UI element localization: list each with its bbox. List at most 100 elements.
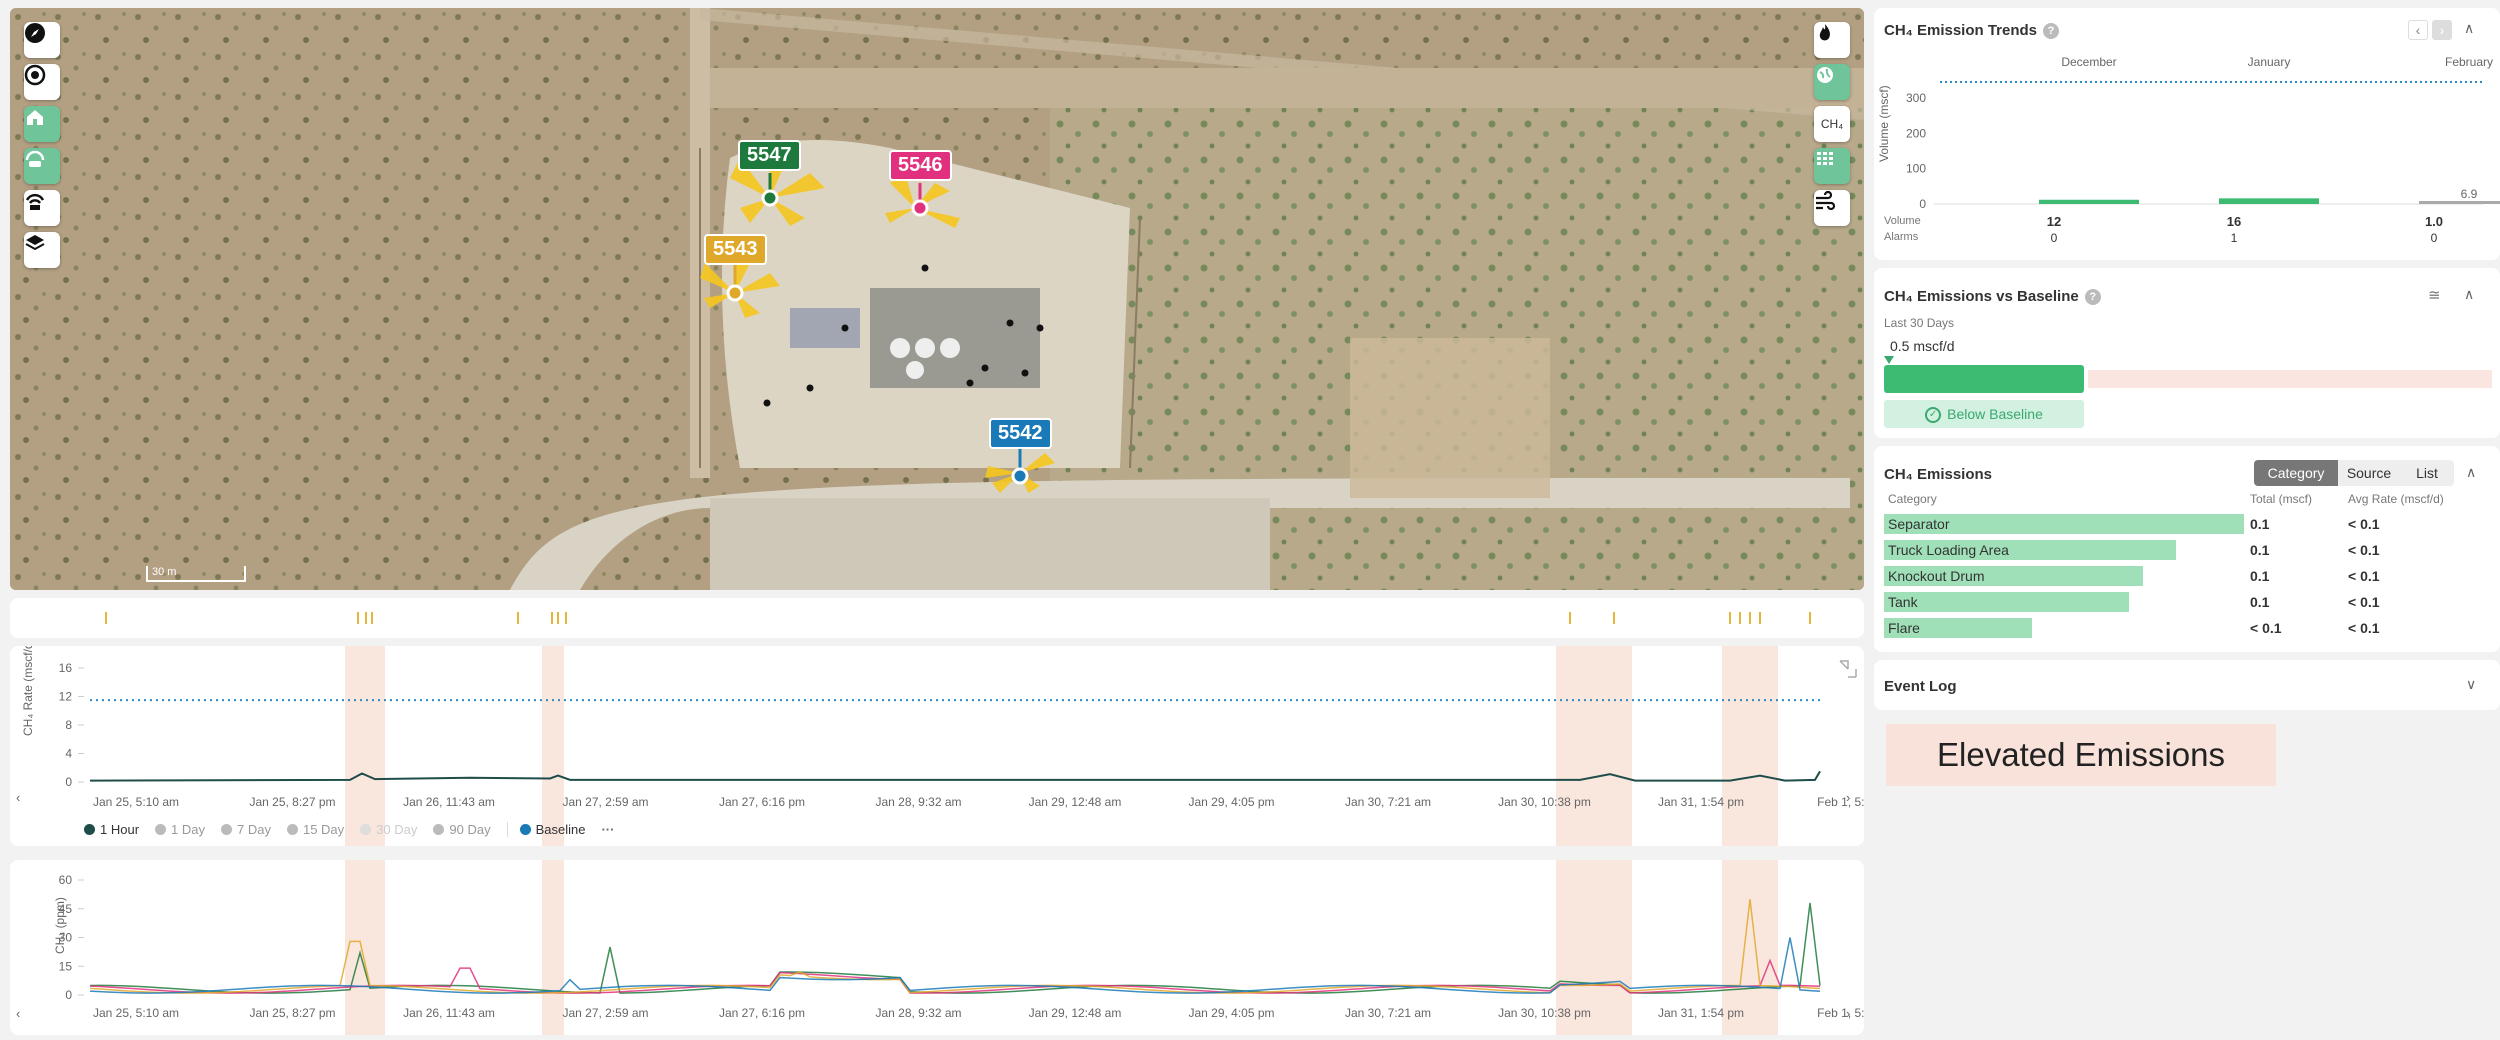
value-marker bbox=[1884, 356, 1894, 364]
y-tick-label: 0 bbox=[65, 988, 72, 1002]
wind-button[interactable] bbox=[1814, 190, 1850, 226]
chevron-left-icon[interactable]: ‹ bbox=[16, 790, 20, 805]
y-tick-label: 0 bbox=[1919, 197, 1926, 211]
trends-y-label: Volume (mscf) bbox=[1877, 85, 1891, 162]
category-total: 0.1 bbox=[2250, 542, 2270, 558]
alarm-band bbox=[345, 860, 385, 1035]
category-avg: < 0.1 bbox=[2348, 568, 2380, 584]
sensor-pin-5547[interactable]: 5547 bbox=[738, 140, 801, 171]
chevron-left-icon[interactable]: ‹ bbox=[16, 1006, 20, 1021]
legend-30-day[interactable]: 30 Day bbox=[360, 822, 417, 837]
x-tick-label: Jan 25, 8:27 pm bbox=[249, 1006, 335, 1020]
category-name[interactable]: Separator bbox=[1884, 514, 1949, 534]
y-tick-label: 300 bbox=[1906, 91, 1926, 105]
rate-chart-card: CH₄ Rate (mscf/d) ‹ › 16 12 8 4 0 Jan 25, 5:1… bbox=[10, 638, 1898, 846]
alarms-row-label: Alarms bbox=[1884, 231, 1919, 243]
map-scale: 30 m bbox=[146, 566, 246, 582]
signal-button[interactable] bbox=[24, 190, 60, 226]
legend-90-day[interactable]: 90 Day bbox=[433, 822, 491, 837]
collapse-icon[interactable]: ∧ bbox=[2466, 464, 2476, 481]
y-tick-label: 60 bbox=[59, 873, 73, 887]
alarms-january: 1 bbox=[2230, 231, 2238, 245]
y-tick-label: 45 bbox=[59, 902, 73, 916]
alarm-band bbox=[345, 646, 385, 846]
help-icon[interactable]: ? bbox=[2084, 289, 2101, 306]
timeline-ticks bbox=[105, 612, 1811, 624]
baseline-period: Last 30 Days bbox=[1884, 316, 1955, 330]
legend-15-day[interactable]: 15 Day bbox=[286, 822, 344, 837]
tab-source[interactable]: Source bbox=[2338, 460, 2400, 486]
target-button[interactable] bbox=[24, 64, 60, 100]
legend-label: 90 Day bbox=[449, 822, 491, 837]
category-bar bbox=[1884, 592, 2129, 612]
rate-chart[interactable]: CH₄ Rate (mscf/d) ‹ › 1612840Jan 25, 5:1… bbox=[10, 638, 1898, 846]
event-log-title: Event Log bbox=[1884, 678, 1957, 695]
category-avg: < 0.1 bbox=[2348, 516, 2380, 532]
collapse-icon[interactable]: ∧ bbox=[2464, 286, 2474, 303]
baseline-title: CH₄ Emissions vs Baseline? bbox=[1884, 288, 2101, 306]
compare-icon[interactable]: ≅ bbox=[2428, 286, 2441, 304]
col-avg: Avg Rate (mscf/d) bbox=[2348, 492, 2444, 506]
expand-icon[interactable] bbox=[1839, 660, 1857, 678]
col-total: Total (mscf) bbox=[2250, 492, 2313, 506]
layers-icon bbox=[25, 235, 45, 251]
category-avg: < 0.1 bbox=[2348, 594, 2380, 610]
grid-button[interactable] bbox=[1814, 148, 1850, 184]
sensor-button[interactable] bbox=[24, 148, 60, 184]
event-log-panel[interactable]: Event Log ∨ bbox=[1874, 660, 2500, 710]
legend-label: Baseline bbox=[535, 822, 586, 837]
flame-button[interactable] bbox=[1814, 22, 1850, 58]
site-map[interactable]: 5547 5546 5543 5542 CH₄ 30 m bbox=[10, 8, 1864, 590]
x-tick-label: Jan 31, 1:54 pm bbox=[1658, 1006, 1744, 1020]
y-tick-label: 4 bbox=[65, 747, 72, 761]
volume-january: 16 bbox=[2226, 214, 2242, 229]
legend-label: 7 Day bbox=[237, 822, 271, 837]
emissions-title: CH₄ Emissions bbox=[1884, 466, 1993, 483]
y-tick-label: 30 bbox=[59, 931, 73, 945]
sensor-pin-5546[interactable]: 5546 bbox=[889, 150, 952, 181]
wind-icon bbox=[1816, 190, 1836, 211]
category-name[interactable]: Tank bbox=[1884, 592, 1918, 612]
volume-row-label: Volume bbox=[1884, 215, 1921, 227]
home-icon bbox=[27, 110, 43, 125]
home-button[interactable] bbox=[24, 106, 60, 142]
legend-1-day[interactable]: 1 Day bbox=[155, 822, 205, 837]
category-name[interactable]: Truck Loading Area bbox=[1884, 540, 2009, 560]
y-tick-label: 16 bbox=[59, 661, 73, 675]
flame-icon bbox=[1819, 24, 1830, 41]
tab-list[interactable]: List bbox=[2400, 460, 2454, 486]
more-options-button[interactable]: ··· bbox=[601, 822, 614, 837]
trend-bar bbox=[2219, 198, 2319, 204]
x-tick-label: Jan 27, 2:59 am bbox=[562, 1006, 648, 1020]
sensor-pin-5543[interactable]: 5543 bbox=[704, 234, 767, 265]
alarm-band bbox=[542, 860, 564, 1035]
x-tick-label: Jan 28, 9:32 am bbox=[875, 795, 961, 809]
globe-button[interactable] bbox=[1814, 64, 1850, 100]
ch4-toggle[interactable]: CH₄ bbox=[1814, 106, 1850, 142]
legend-1-hour[interactable]: 1 Hour bbox=[84, 822, 139, 837]
y-tick-label: 15 bbox=[59, 959, 73, 973]
x-tick-label: Jan 27, 6:16 pm bbox=[719, 795, 805, 809]
category-total: 0.1 bbox=[2250, 516, 2270, 532]
layers-button[interactable] bbox=[24, 232, 60, 268]
category-name[interactable]: Knockout Drum bbox=[1884, 566, 1984, 586]
col-category: Category bbox=[1888, 492, 1937, 506]
compass-button[interactable] bbox=[24, 22, 60, 58]
y-tick-label: 8 bbox=[65, 718, 72, 732]
volume-february: 1.0 bbox=[2424, 214, 2444, 229]
ppm-chart[interactable]: CH₄ (ppm) ‹ › 604530150Jan 25, 5:10 am Ja… bbox=[10, 860, 1898, 1035]
tab-category[interactable]: Category bbox=[2254, 460, 2338, 486]
expand-chevron-icon[interactable]: ∨ bbox=[2466, 676, 2476, 693]
compass-icon bbox=[25, 23, 45, 43]
event-timeline[interactable] bbox=[10, 598, 1864, 638]
category-name[interactable]: Flare bbox=[1884, 618, 1920, 638]
legend-7-day[interactable]: 7 Day bbox=[221, 822, 271, 837]
x-tick-label: Jan 30, 10:38 pm bbox=[1498, 795, 1591, 809]
rate-legend: 1 Hour 1 Day 7 Day 15 Day 30 Day 90 Day … bbox=[84, 822, 630, 837]
alarms-december: 0 bbox=[2050, 231, 2058, 245]
rate-y-label: CH₄ Rate (mscf/d) bbox=[21, 646, 35, 736]
x-tick-label: Jan 31, 1:54 pm bbox=[1658, 795, 1744, 809]
sensor-pin-5542[interactable]: 5542 bbox=[989, 418, 1052, 449]
x-tick-label: Jan 26, 11:43 am bbox=[403, 795, 495, 809]
legend-baseline[interactable]: Baseline bbox=[506, 822, 586, 837]
